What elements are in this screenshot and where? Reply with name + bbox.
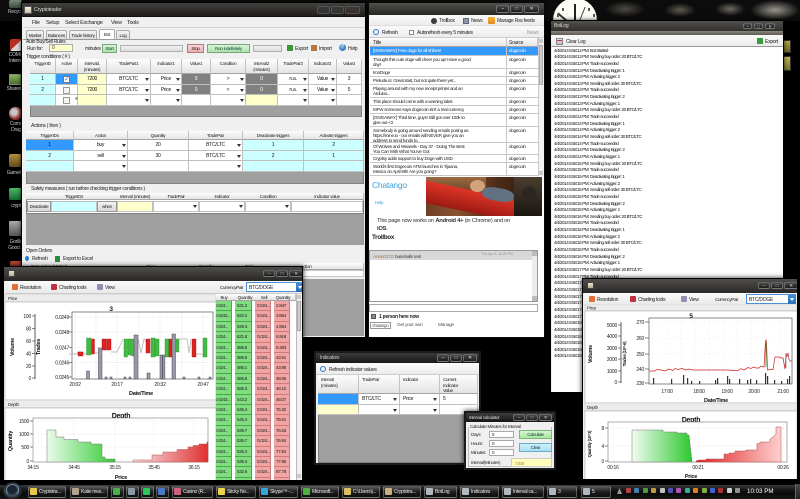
svg-text:Quantity (10^3): Quantity (10^3) [587,430,592,457]
svg-text:Volume: Volume [588,345,594,363]
svg-text:500: 500 [21,445,29,451]
svg-text:40: 40 [26,352,32,358]
svg-text:0.0245: 0.0245 [55,375,69,381]
svg-text:Depth: Depth [8,402,20,407]
svg-text:4000: 4000 [607,334,618,340]
svg-text:1000: 1000 [19,432,30,438]
svg-text:34:45: 34:45 [68,465,80,471]
svg-text:270: 270 [636,320,644,326]
svg-text:0.0248: 0.0248 [55,330,69,336]
svg-text:60: 60 [26,339,32,345]
svg-text:260: 260 [636,336,644,342]
svg-text:20:17: 20:17 [111,382,123,388]
svg-text:Volume: Volume [10,338,16,356]
svg-text:Date/Time: Date/Time [129,391,153,397]
svg-text:Price: Price [587,306,597,311]
svg-text:18:00: 18:00 [693,389,705,395]
svg-text:2000: 2000 [607,357,618,363]
svg-text:35:45: 35:45 [148,465,160,471]
svg-text:230: 230 [636,381,644,387]
svg-text:250: 250 [636,352,644,358]
svg-text:Quantity: Quantity [8,430,14,451]
svg-text:3000: 3000 [607,346,618,352]
svg-text:35:15: 35:15 [109,465,121,471]
svg-text:00:21: 00:21 [692,465,704,471]
svg-text:34:15: 34:15 [27,465,39,471]
svg-text:80: 80 [26,327,32,333]
svg-text:36:15: 36:15 [188,465,200,471]
svg-text:Trades: Trades [36,339,42,355]
svg-text:00:16: 00:16 [607,465,619,471]
svg-text:0.0247: 0.0247 [55,346,69,352]
svg-text:Depth: Depth [587,405,599,410]
svg-text:20:00: 20:00 [748,389,760,395]
svg-text:00:26: 00:26 [777,465,789,471]
svg-text:0.0249: 0.0249 [55,315,69,321]
svg-text:20:47: 20:47 [197,382,209,388]
svg-text:Price: Price [685,474,697,480]
svg-text:21:00: 21:00 [777,389,789,395]
svg-text:19:00: 19:00 [721,389,733,395]
svg-text:100: 100 [23,314,31,320]
svg-text:1000: 1000 [607,369,618,375]
svg-text:20: 20 [26,364,32,370]
svg-text:Price: Price [115,475,127,481]
svg-text:20:32: 20:32 [154,382,166,388]
svg-text:1500: 1500 [19,419,30,425]
svg-text:20:02: 20:02 [69,382,81,388]
svg-text:240: 240 [636,367,644,373]
svg-text:5000: 5000 [607,323,618,329]
svg-text:Price: Price [8,296,18,301]
svg-text:17:00: 17:00 [661,389,673,395]
svg-text:Trades (10^-6): Trades (10^-6) [622,341,627,367]
svg-text:0.0246: 0.0246 [55,361,69,367]
